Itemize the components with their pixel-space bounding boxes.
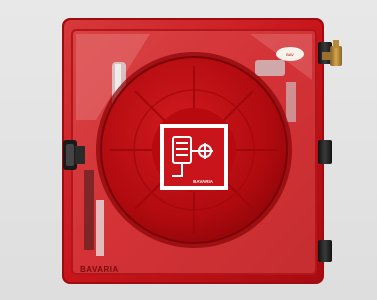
tag-text: BAV: [286, 52, 294, 57]
reel-brand-text: BAVARIA: [193, 179, 214, 184]
brand-logo-text: BAVARIA: [80, 265, 119, 274]
hose-reel-cabinet-illustration: BAVARIA BAV BAVARIA: [0, 0, 377, 300]
fire-hose-reel-icon: BAVARIA: [160, 124, 228, 190]
tag-label: BAV: [276, 47, 304, 61]
product-photo: BAVARIA BAV BAVARIA: [0, 0, 377, 300]
